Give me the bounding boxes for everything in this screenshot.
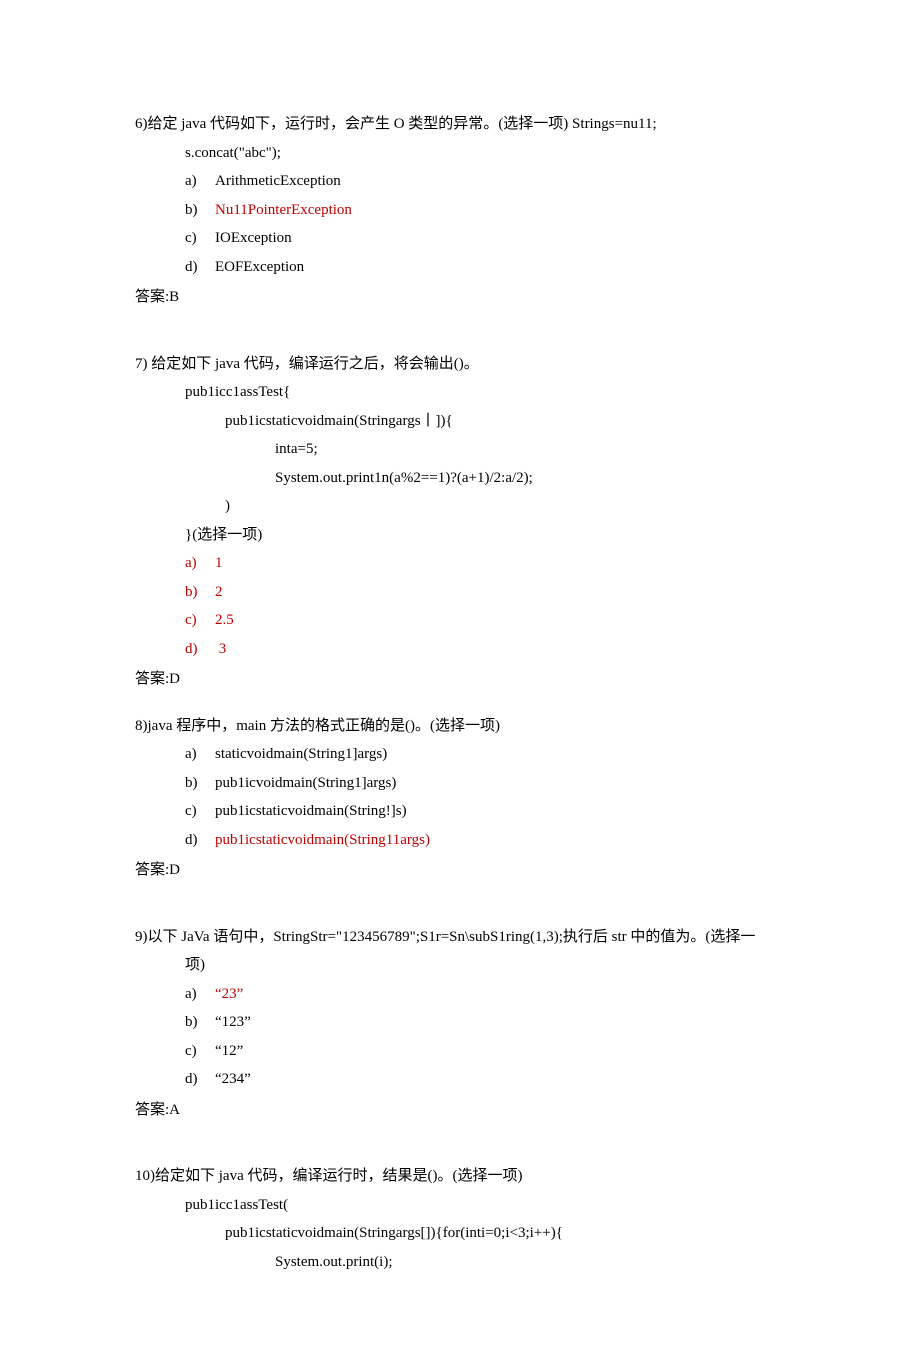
- spacer: [135, 330, 785, 350]
- option-letter: b): [185, 769, 215, 798]
- q10-head: 10)给定如下 java 代码，编译运行时，结果是()。(选择一项): [135, 1162, 785, 1191]
- q7-head: 7) 给定如下 java 代码，编译运行之后，将会输出()。: [135, 350, 785, 379]
- option-text: 3: [215, 641, 226, 657]
- option-letter: d): [185, 635, 215, 664]
- q6-option-b: b)Nu11PointerException: [135, 196, 785, 225]
- q6-head: 6)给定 java 代码如下，运行时，会产生 O 类型的异常。(选择一项) St…: [135, 110, 785, 139]
- option-text: “123”: [215, 1014, 251, 1030]
- q7-code: System.out.print1n(a%2==1)?(a+1)/2:a/2);: [135, 464, 785, 493]
- q9-option-b: b)“123”: [135, 1008, 785, 1037]
- q9-head: 9)以下 JaVa 语句中，StringStr="123456789";S1r=…: [135, 923, 785, 952]
- option-letter: c): [185, 1037, 215, 1066]
- q8-option-a: a)staticvoidmain(String1]args): [135, 740, 785, 769]
- option-letter: b): [185, 196, 215, 225]
- option-letter: c): [185, 797, 215, 826]
- option-letter: d): [185, 253, 215, 282]
- q8-head: 8)java 程序中，main 方法的格式正确的是()。(选择一项): [135, 712, 785, 741]
- q6-option-c: c)IOException: [135, 224, 785, 253]
- question-10: 10)给定如下 java 代码，编译运行时，结果是()。(选择一项) pub1i…: [135, 1162, 785, 1276]
- q9-answer: 答案:A: [135, 1096, 785, 1125]
- q7-code: inta=5;: [135, 435, 785, 464]
- q7-option-d: d) 3: [135, 635, 785, 664]
- option-text: pub1icstaticvoidmain(String!]s): [215, 803, 407, 819]
- option-text: IOException: [215, 230, 292, 246]
- option-text: 2: [215, 584, 223, 600]
- option-text: 2.5: [215, 612, 234, 628]
- question-6: 6)给定 java 代码如下，运行时，会产生 O 类型的异常。(选择一项) St…: [135, 110, 785, 312]
- q7-code: pub1icstaticvoidmain(Stringargs丨]){: [135, 407, 785, 436]
- option-letter: a): [185, 980, 215, 1009]
- option-text: staticvoidmain(String1]args): [215, 746, 387, 762]
- q7-code: ): [135, 492, 785, 521]
- q8-option-d: d)pub1icstaticvoidmain(String11args): [135, 826, 785, 855]
- q10-code: System.out.print(i);: [135, 1248, 785, 1277]
- option-text: EOFException: [215, 259, 304, 275]
- option-text: pub1icvoidmain(String1]args): [215, 775, 396, 791]
- q7-code: }(选择一项): [135, 521, 785, 550]
- q10-code: pub1icc1assTest(: [135, 1191, 785, 1220]
- q6-answer: 答案:B: [135, 283, 785, 312]
- option-letter: b): [185, 1008, 215, 1037]
- spacer: [135, 1142, 785, 1162]
- option-letter: c): [185, 606, 215, 635]
- q9-cont: 项): [135, 951, 785, 980]
- q8-option-c: c)pub1icstaticvoidmain(String!]s): [135, 797, 785, 826]
- spacer: [135, 903, 785, 923]
- option-letter: a): [185, 549, 215, 578]
- q7-option-a: a)1: [135, 549, 785, 578]
- option-letter: b): [185, 578, 215, 607]
- q9-option-a: a)“23”: [135, 980, 785, 1009]
- document-page: 6)给定 java 代码如下，运行时，会产生 O 类型的异常。(选择一项) St…: [0, 0, 920, 1354]
- q8-option-b: b)pub1icvoidmain(String1]args): [135, 769, 785, 798]
- question-8: 8)java 程序中，main 方法的格式正确的是()。(选择一项) a)sta…: [135, 712, 785, 885]
- q7-option-b: b)2: [135, 578, 785, 607]
- option-text: “234”: [215, 1071, 251, 1087]
- question-9: 9)以下 JaVa 语句中，StringStr="123456789";S1r=…: [135, 923, 785, 1125]
- q8-answer: 答案:D: [135, 856, 785, 885]
- option-letter: a): [185, 740, 215, 769]
- option-text: Nu11PointerException: [215, 202, 352, 218]
- option-text: ArithmeticException: [215, 173, 341, 189]
- option-letter: c): [185, 224, 215, 253]
- q9-option-c: c)“12”: [135, 1037, 785, 1066]
- q6-option-d: d)EOFException: [135, 253, 785, 282]
- q6-option-a: a)ArithmeticException: [135, 167, 785, 196]
- q7-answer: 答案:D: [135, 665, 785, 694]
- option-text: pub1icstaticvoidmain(String11args): [215, 832, 430, 848]
- option-text: 1: [215, 555, 223, 571]
- q7-code: pub1icc1assTest{: [135, 378, 785, 407]
- q6-code-1: s.concat("abc");: [135, 139, 785, 168]
- option-text: “12”: [215, 1043, 243, 1059]
- q7-option-c: c)2.5: [135, 606, 785, 635]
- q10-code: pub1icstaticvoidmain(Stringargs[]){for(i…: [135, 1219, 785, 1248]
- option-letter: d): [185, 826, 215, 855]
- question-7: 7) 给定如下 java 代码，编译运行之后，将会输出()。 pub1icc1a…: [135, 350, 785, 694]
- option-letter: d): [185, 1065, 215, 1094]
- option-text: “23”: [215, 986, 243, 1002]
- option-letter: a): [185, 167, 215, 196]
- q9-option-d: d)“234”: [135, 1065, 785, 1094]
